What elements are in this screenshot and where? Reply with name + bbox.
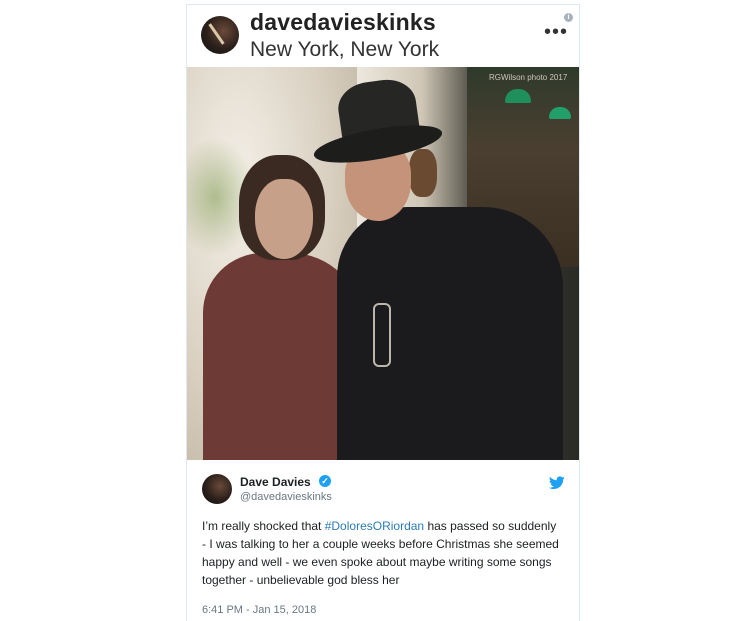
tweet-text-end: has passed so suddenly: [424, 519, 557, 533]
instagram-location[interactable]: New York, New York: [250, 38, 439, 62]
tweet-display-name[interactable]: Dave Davies: [240, 475, 311, 489]
more-dots-icon[interactable]: •••: [544, 21, 568, 44]
photo-credit: RGWilson photo 2017: [489, 73, 568, 82]
twitter-bird-icon[interactable]: [549, 476, 565, 490]
embedded-tweet: Dave Davies ✓ @davedavieskinks I’m reall…: [187, 460, 579, 621]
tweet-text-start: I’m really shocked that: [202, 519, 325, 533]
tweet-handle[interactable]: @davedavieskinks: [240, 491, 332, 503]
tweet-text-body: - I was talking to her a couple weeks be…: [202, 537, 559, 587]
verified-badge-icon: ✓: [319, 475, 331, 487]
profile-avatar[interactable]: [201, 16, 239, 54]
tweet-timestamp[interactable]: 6:41 PM - Jan 15, 2018: [202, 604, 316, 616]
tweet-text: I’m really shocked that #DoloresORiordan…: [202, 517, 562, 589]
info-icon[interactable]: i: [564, 13, 573, 22]
post-photo[interactable]: RGWilson photo 2017: [187, 67, 579, 460]
instagram-header: davedavieskinks New York, New York ••• i: [187, 5, 579, 67]
instagram-username[interactable]: davedavieskinks: [250, 9, 436, 36]
hashtag-link[interactable]: #DoloresORiordan: [325, 519, 424, 533]
tweet-avatar[interactable]: [202, 474, 232, 504]
embedded-post-card: davedavieskinks New York, New York ••• i…: [186, 4, 580, 621]
